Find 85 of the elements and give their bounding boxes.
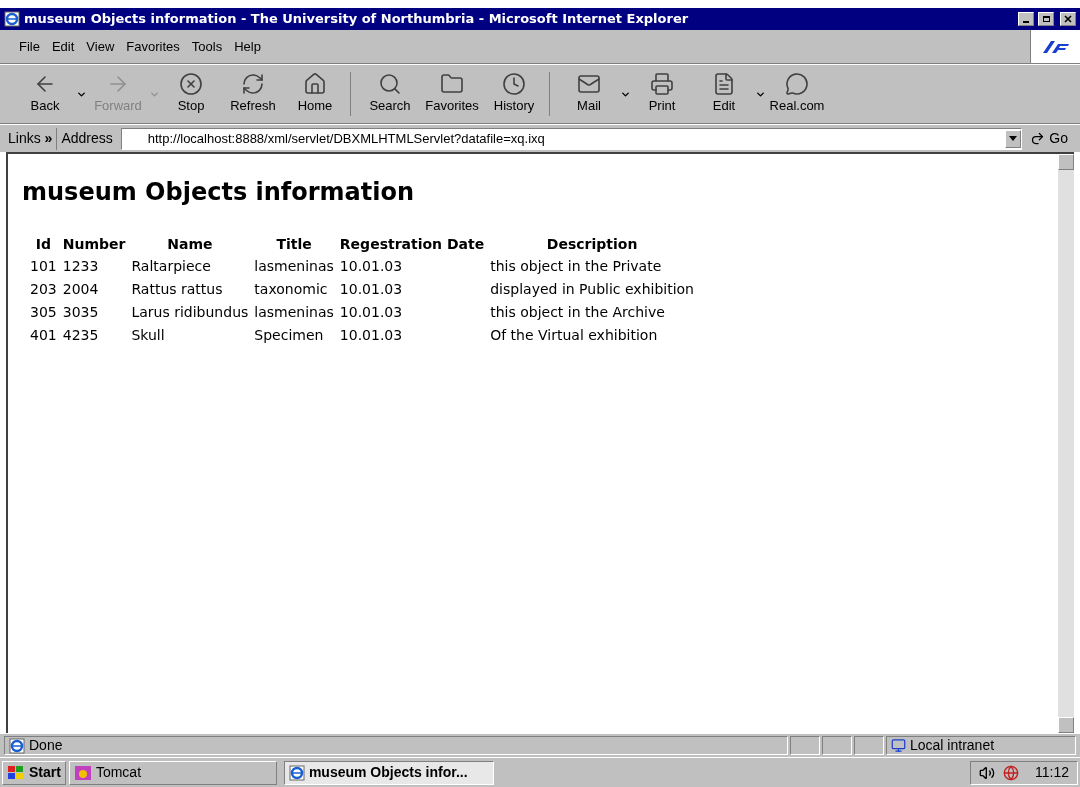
links-label[interactable]: Links » [8,128,53,149]
page-icon [9,737,25,754]
table-cell-text: this object in the Archive [489,303,666,322]
status-panel [822,736,852,755]
toolbar-button[interactable]: Refresh [222,72,284,116]
network-icon[interactable] [1003,764,1019,781]
toolbar-button[interactable]: Real.com [766,72,828,116]
table-cell-text: this object in the Private [489,257,663,276]
column-header: Regestration Date [338,235,486,254]
toolbar-button[interactable]: Edit [693,72,755,116]
dropdown-arrow-icon[interactable] [1009,136,1018,141]
browser-icon [288,764,305,781]
toolbar-button[interactable]: History [483,72,545,116]
column-header: Number [61,235,127,254]
menu-item[interactable]: Edit [46,34,80,59]
page-heading: museum Objects information [22,177,416,208]
document-icon [712,72,736,97]
refresh-icon [241,72,265,97]
table-cell-text: 401 [29,326,58,345]
taskbar-button[interactable]: museum Objects infor... [283,760,494,785]
menu-item[interactable]: Help [229,34,266,59]
close-button[interactable] [1060,12,1076,26]
table-cell-text: displayed in Public exhibition [489,280,695,299]
toolbar-button[interactable]: Search [359,72,421,116]
toolbar-button[interactable]: Print [631,72,693,116]
column-header: Id [34,235,52,254]
address-field[interactable]: http://localhost:8888/xml/servlet/DBXMLHTMLServlet?datafile=xq.ixq [120,127,1023,150]
table-cell-text: 203 [29,280,58,299]
table-cell-text: 10.01.03 [338,280,404,299]
table-cell-text: Of the Virtual exhibition [489,326,659,345]
windows-flag-icon [7,764,25,781]
stop-icon [179,72,203,97]
toolbar-button[interactable]: Home [284,72,346,116]
table-cell-text: 101 [29,257,58,276]
go-button[interactable]: Go [1026,128,1072,149]
table-cell-text: 10.01.03 [338,326,404,345]
table-cell-text: taxonomic [253,280,329,299]
table-cell-text: Larus ridibundus [130,303,250,322]
table-cell-text: 4235 [61,326,100,345]
toolbar-button[interactable]: Mail [558,72,620,116]
minimize-button[interactable] [1018,12,1034,26]
table-cell-text: lasmeninas [253,257,335,276]
computer-icon [891,738,906,753]
menu-item[interactable]: Tools [186,34,228,59]
table-cell-text: lasmeninas [253,303,335,322]
table-cell-text: 2004 [61,280,100,299]
search-icon [378,72,402,97]
close-icon [1064,15,1072,23]
toolbar-button[interactable]: Favorites [421,72,483,116]
menu-item[interactable]: Favorites [121,34,185,59]
menu-item[interactable]: View [81,34,120,59]
clock-icon [502,72,526,97]
status-panel [790,736,820,755]
table-cell-text: Specimen [253,326,325,345]
table-cell-text: Skull [130,326,166,345]
column-header: Name [166,235,214,254]
zone-text: Local intranet [910,736,995,755]
toolbar-button[interactable]: Back [14,72,76,116]
window-title: museum Objects information - The University of Northumbria - Microsoft Internet Explorer [24,10,690,29]
table-cell-text: 10.01.03 [338,257,404,276]
status-panel [854,736,884,755]
table-cell-text: Raltarpiece [130,257,212,276]
clock: 11:12 [1034,763,1069,782]
printer-icon [650,72,674,97]
speech-bubble-icon [785,72,809,97]
start-button[interactable]: Start [2,760,66,785]
vertical-scrollbar[interactable] [1058,154,1074,733]
table-cell-text: 305 [29,303,58,322]
table-cell-text: 3035 [61,303,100,322]
taskbar-button[interactable]: Tomcat [68,760,277,785]
table-cell-text: 10.01.03 [338,303,404,322]
house-icon [303,72,327,97]
menu-item[interactable]: File [14,34,45,59]
curved-arrow-icon [1030,131,1046,146]
table-cell-text: Rattus rattus [130,280,224,299]
address-label: Address [61,129,114,148]
browser-icon [4,11,20,27]
restore-button[interactable] [1038,12,1054,26]
toolbar-button[interactable]: Stop [160,72,222,116]
status-text: Done [29,736,63,755]
speaker-icon[interactable] [979,764,995,781]
column-header: Description [545,235,639,254]
column-header: Title [275,235,313,254]
table-cell-text: 1233 [61,257,100,276]
logo-icon [1042,40,1069,53]
